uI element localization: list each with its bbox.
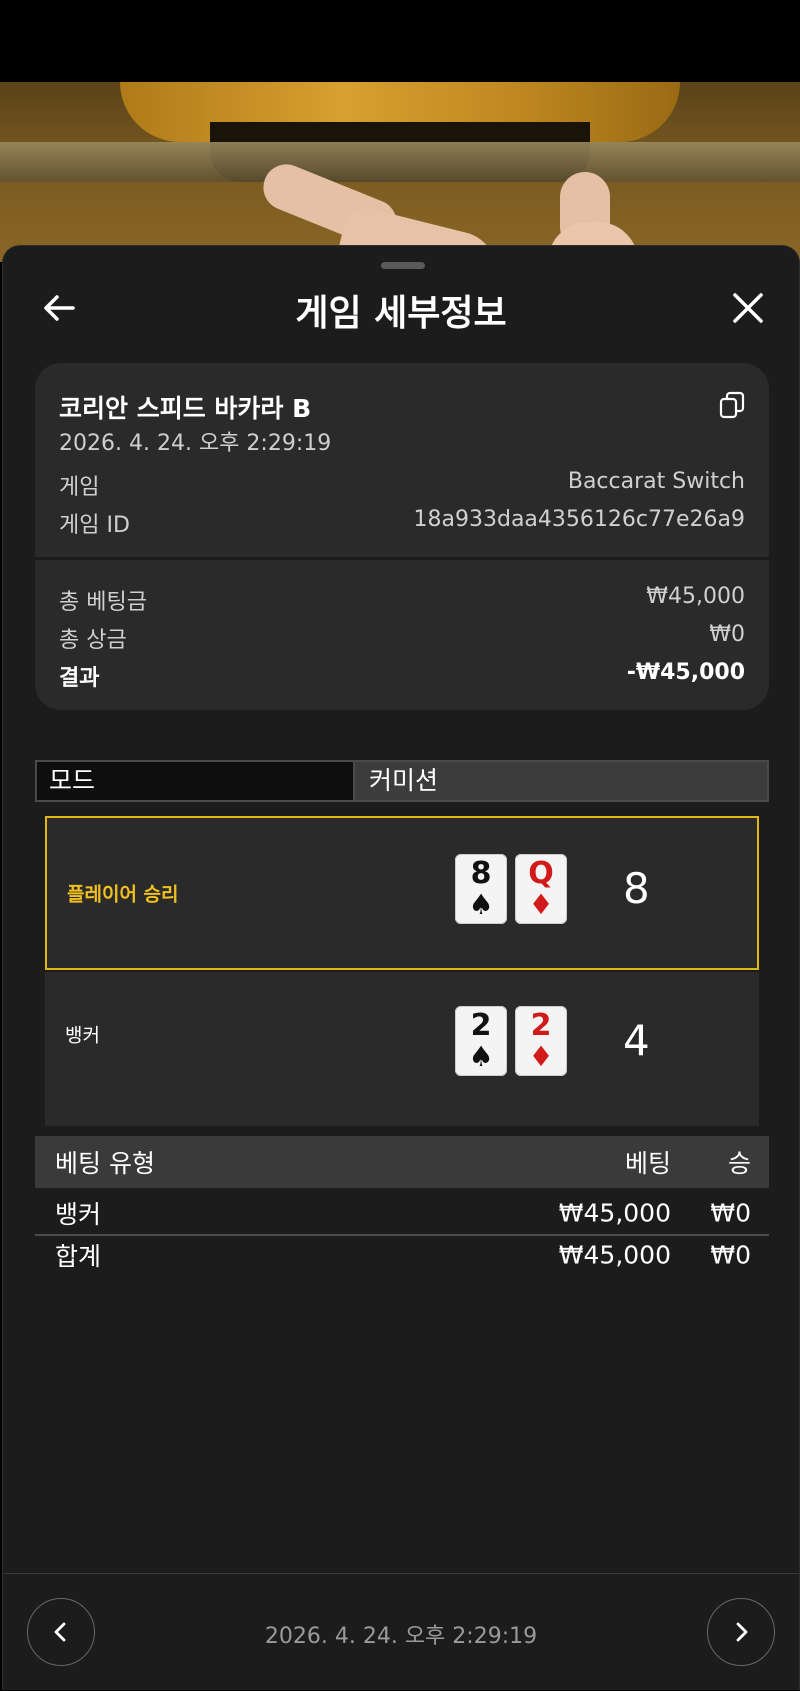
copy-button[interactable] [719,391,745,419]
playing-card: 8 ♠ [455,854,507,924]
live-video-feed [0,82,800,262]
spade-icon: ♠ [468,888,494,921]
total-win-label: 총 상금 [59,628,127,653]
summary-card: 총 베팅금 ₩45,000 총 상금 ₩0 결과 -₩45,000 [35,560,769,710]
spade-icon: ♠ [468,1040,494,1073]
hand-label: 뱅커 [65,1024,100,1047]
card-rank: 8 [470,856,492,891]
bet-type: 합계 [55,1242,102,1271]
game-id-label: 게임 ID [59,513,130,538]
table-rail [0,142,800,182]
playing-card: 2 ♦ [515,1006,567,1076]
mode-tabs: 모드 커미션 [35,760,769,802]
game-info-card: 코리안 스피드 바카라 B 2026. 4. 24. 오후 2:29:19 게임… [35,363,769,557]
close-icon [733,293,763,323]
playing-card: 2 ♠ [455,1006,507,1076]
card-rank: Q [528,856,554,891]
header-win: 승 [727,1149,751,1178]
hand-label: 플레이어 승리 [67,883,179,906]
table-row: 뱅커 ₩45,000 ₩0 [35,1192,769,1236]
close-button[interactable] [728,288,768,328]
banker-hand-row: 뱅커 2 ♠ 2 ♦ 4 [45,972,759,1126]
hand-score: 4 [623,1016,650,1065]
round-datetime: 2026. 4. 24. 오후 2:29:19 [264,1624,538,1649]
bet-type: 뱅커 [55,1200,102,1229]
playing-card: Q ♦ [515,854,567,924]
game-label: 게임 [59,475,100,500]
player-hand-row: 플레이어 승리 8 ♠ Q ♦ 8 [45,816,759,970]
table-name: 코리안 스피드 바카라 B [59,394,312,423]
hand-score: 8 [623,864,650,913]
copy-icon [719,391,745,419]
table-row-total: 합계 ₩45,000 ₩0 [35,1234,769,1276]
bet-amount: ₩45,000 [558,1240,671,1270]
card-rank: 2 [470,1008,492,1043]
game-details-sheet: 게임 세부정보 코리안 스피드 바카라 B 2026. 4. 24. 오후 2:… [2,245,800,1690]
drag-handle[interactable] [381,262,425,269]
total-bet-label: 총 베팅금 [59,590,147,615]
round-navigation: 2026. 4. 24. 오후 2:29:19 [3,1573,799,1691]
total-bet-value: ₩45,000 [646,584,745,609]
result-label: 결과 [59,666,100,691]
diamond-icon: ♦ [528,1040,554,1073]
header-bet: 베팅 [624,1149,671,1178]
game-id-value: 18a933daa4356126c77e26a9 [413,507,745,532]
win-amount: ₩0 [710,1198,751,1228]
win-amount: ₩0 [710,1240,751,1270]
header-bet-type: 베팅 유형 [55,1149,155,1178]
status-bar [0,0,800,82]
next-round-button[interactable] [707,1598,775,1666]
bet-amount: ₩45,000 [558,1198,671,1228]
page-title: 게임 세부정보 [295,293,507,334]
tab-commission[interactable]: 커미션 [355,762,767,800]
result-value: -₩45,000 [626,660,745,685]
tab-mode[interactable]: 모드 [37,762,355,800]
game-value: Baccarat Switch [567,469,745,494]
chevron-right-icon [736,1622,748,1642]
game-datetime: 2026. 4. 24. 오후 2:29:19 [59,431,332,456]
total-win-value: ₩0 [709,622,745,647]
bets-table-header: 베팅 유형 베팅 승 [35,1136,769,1188]
diamond-icon: ♦ [528,888,554,921]
card-rank: 2 [530,1008,552,1043]
